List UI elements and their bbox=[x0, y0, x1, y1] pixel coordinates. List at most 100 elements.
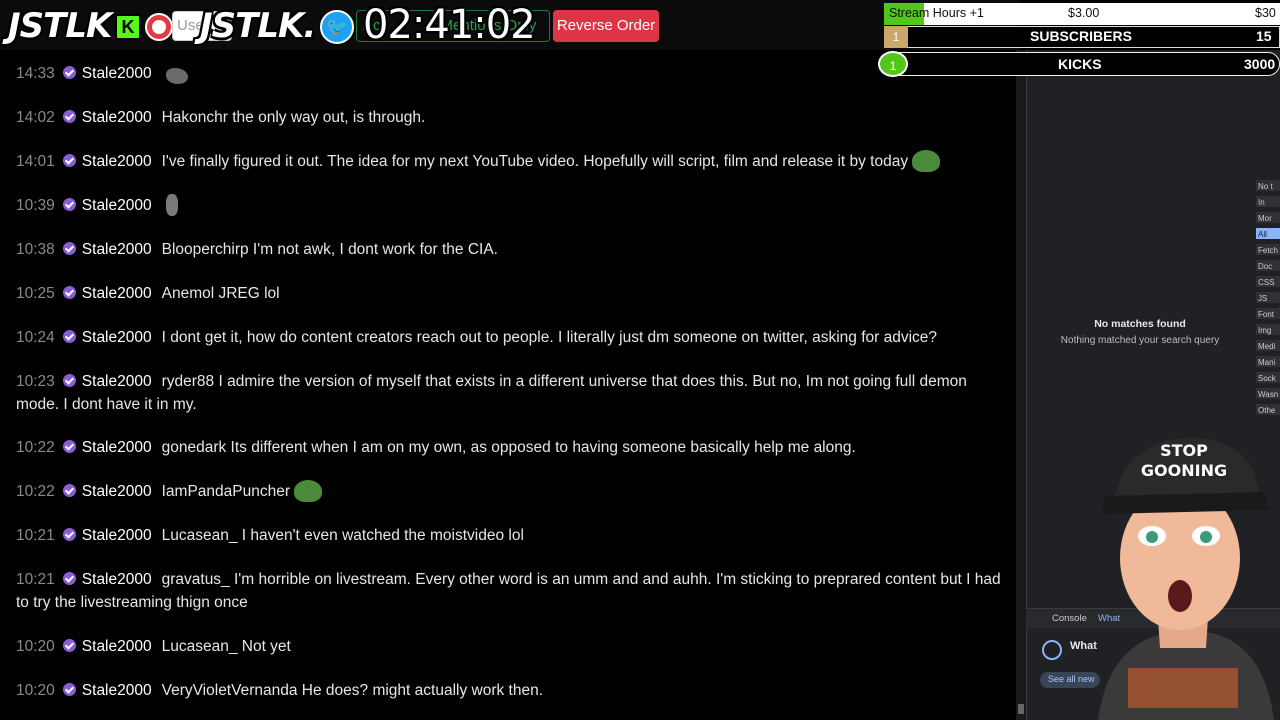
no-matches-title: No matches found bbox=[1094, 318, 1186, 330]
reverse-order-button[interactable]: Reverse Order bbox=[553, 10, 659, 42]
jstlk-logo-overlay: JSTLK. bbox=[200, 6, 316, 46]
message-username[interactable]: Stale2000 bbox=[82, 109, 152, 126]
message-text: gravatus_ I'm horrible on livestream. Ev… bbox=[16, 571, 1001, 611]
message-time: 10:38 bbox=[16, 241, 55, 258]
network-filter-item[interactable]: Mani bbox=[1256, 356, 1280, 367]
chat-message: 10:21 Stale2000 gravatus_ I'm horrible on … bbox=[16, 568, 1006, 614]
message-username[interactable]: Stale2000 bbox=[82, 483, 152, 500]
chat-message: 14:33 Stale2000 bbox=[16, 62, 1006, 85]
message-text: IamPandaPuncher bbox=[161, 483, 290, 500]
message-username[interactable]: Stale2000 bbox=[82, 285, 152, 302]
message-text: Anemol JREG lol bbox=[161, 285, 280, 302]
message-time: 10:39 bbox=[16, 197, 55, 214]
scrollbar-thumb[interactable] bbox=[1018, 704, 1024, 714]
chat-message: 10:20 Stale2000 VeryVioletVernanda He does… bbox=[16, 679, 1006, 702]
chat-message: 10:20 Stale2000 Lucasean_ Not yet bbox=[16, 635, 1006, 658]
rock-emote-icon bbox=[165, 68, 188, 84]
verified-badge-icon bbox=[62, 198, 76, 211]
verified-badge-icon bbox=[62, 154, 76, 167]
verified-badge-icon bbox=[62, 330, 76, 343]
jstlk-logo: JSTLK bbox=[8, 6, 112, 46]
network-filter-item[interactable]: Wasn bbox=[1256, 388, 1280, 399]
stream-hours-goal: $30 bbox=[1255, 6, 1276, 20]
kicks-label: KICKS bbox=[1058, 56, 1102, 72]
network-filter-item[interactable]: In bbox=[1256, 196, 1280, 207]
kicks-goal: 3000 bbox=[1244, 56, 1276, 72]
chrome-icon bbox=[1042, 640, 1062, 660]
message-text: ryder88 I admire the version of myself t… bbox=[16, 373, 967, 413]
message-username[interactable]: Stale2000 bbox=[82, 197, 152, 214]
chat-scrollbar[interactable] bbox=[1016, 50, 1026, 720]
message-time: 14:33 bbox=[16, 65, 55, 82]
tab-console[interactable]: Console bbox=[1052, 613, 1087, 624]
chat-message: 10:24 Stale2000 I dont get it, how do cont… bbox=[16, 326, 1006, 349]
message-time: 10:20 bbox=[16, 638, 55, 655]
network-filter-item[interactable]: No t bbox=[1256, 180, 1280, 191]
network-filter-item[interactable]: Othe bbox=[1256, 404, 1280, 415]
message-text: Lucasean_ I haven't even watched the moi… bbox=[161, 527, 524, 544]
chat-message: 10:25 Stale2000 Anemol JREG lol bbox=[16, 282, 1006, 305]
verified-badge-icon bbox=[62, 683, 76, 696]
message-time: 10:21 bbox=[16, 571, 55, 588]
network-filter-item[interactable]: CSS bbox=[1256, 276, 1280, 287]
subscribers-count: 1 bbox=[884, 26, 908, 48]
network-filter-item[interactable]: Doc bbox=[1256, 260, 1280, 271]
verified-badge-icon bbox=[62, 440, 76, 453]
network-filter-item[interactable]: Sock bbox=[1256, 372, 1280, 383]
subscribers-goal: 15 bbox=[1256, 28, 1272, 44]
message-username[interactable]: Stale2000 bbox=[82, 439, 152, 456]
record-icon bbox=[145, 13, 173, 41]
message-username[interactable]: Stale2000 bbox=[82, 571, 152, 588]
verified-badge-icon bbox=[62, 639, 76, 652]
message-time: 10:22 bbox=[16, 483, 55, 500]
streamer-avatar: STOP GOONING bbox=[1098, 437, 1274, 720]
chat-message: 10:23 Stale2000 ryder88 I admire the versi… bbox=[16, 370, 1006, 416]
message-time: 14:02 bbox=[16, 109, 55, 126]
stream-hours-label: Stream Hours +1 bbox=[889, 6, 984, 20]
subscribers-label: SUBSCRIBERS bbox=[1030, 28, 1132, 44]
no-matches-message: No matches found Nothing matched your se… bbox=[1026, 318, 1254, 346]
verified-badge-icon bbox=[62, 528, 76, 541]
network-filter-item[interactable]: Fetch bbox=[1256, 244, 1280, 255]
message-text: gonedark Its different when I am on my o… bbox=[161, 439, 856, 456]
cap-text-gooning: GOONING bbox=[1141, 461, 1227, 480]
message-text: Lucasean_ Not yet bbox=[161, 638, 291, 655]
cap-text-stop: STOP bbox=[1160, 441, 1208, 460]
message-username[interactable]: Stale2000 bbox=[82, 241, 152, 258]
network-filter-item[interactable]: Img bbox=[1256, 324, 1280, 335]
verified-badge-icon bbox=[62, 110, 76, 123]
verified-badge-icon bbox=[62, 484, 76, 497]
pepe-emote-icon bbox=[912, 150, 941, 172]
no-matches-subtitle: Nothing matched your search query bbox=[1060, 335, 1220, 346]
pepe-emote-icon bbox=[294, 480, 322, 502]
chat-log: 14:33 Stale2000 14:02 Stale2000 Hakonchr the… bbox=[0, 50, 1018, 720]
message-username[interactable]: Stale2000 bbox=[82, 65, 152, 82]
message-text: VeryVioletVernanda He does? might actual… bbox=[161, 682, 544, 699]
chat-message: 14:02 Stale2000 Hakonchr the only way out,… bbox=[16, 106, 1006, 129]
network-filter-item[interactable]: All bbox=[1256, 228, 1280, 239]
network-filter-list: No t In Mor All Fetch Doc CSS JS Font Img Medi Mani… bbox=[1256, 180, 1280, 420]
message-username[interactable]: Stale2000 bbox=[82, 373, 152, 390]
message-text: Blooperchirp I'm not awk, I dont work fo… bbox=[161, 241, 498, 258]
twitter-icon: 🐦 bbox=[320, 10, 354, 44]
message-username[interactable]: Stale2000 bbox=[82, 329, 152, 346]
verified-badge-icon bbox=[62, 572, 76, 585]
message-username[interactable]: Stale2000 bbox=[82, 638, 152, 655]
network-filter-item[interactable]: JS bbox=[1256, 292, 1280, 303]
network-filter-item[interactable]: Mor bbox=[1256, 212, 1280, 223]
network-filter-item[interactable]: Font bbox=[1256, 308, 1280, 319]
chat-message: 10:39 Stale2000 bbox=[16, 194, 1006, 217]
message-time: 14:01 bbox=[16, 153, 55, 170]
message-username[interactable]: Stale2000 bbox=[82, 527, 152, 544]
message-time: 10:23 bbox=[16, 373, 55, 390]
message-text: Hakonchr the only way out, is through. bbox=[161, 109, 426, 126]
message-time: 10:24 bbox=[16, 329, 55, 346]
stream-hours-value: $3.00 bbox=[1068, 6, 1100, 20]
message-username[interactable]: Stale2000 bbox=[82, 153, 152, 170]
verified-badge-icon bbox=[62, 286, 76, 299]
network-filter-item[interactable]: Medi bbox=[1256, 340, 1280, 351]
stream-timer: 02:41:02 bbox=[363, 2, 536, 48]
message-username[interactable]: Stale2000 bbox=[82, 682, 152, 699]
verified-badge-icon bbox=[62, 242, 76, 255]
chat-message: 10:21 Stale2000 Lucasean_ I haven't even w… bbox=[16, 524, 1006, 547]
